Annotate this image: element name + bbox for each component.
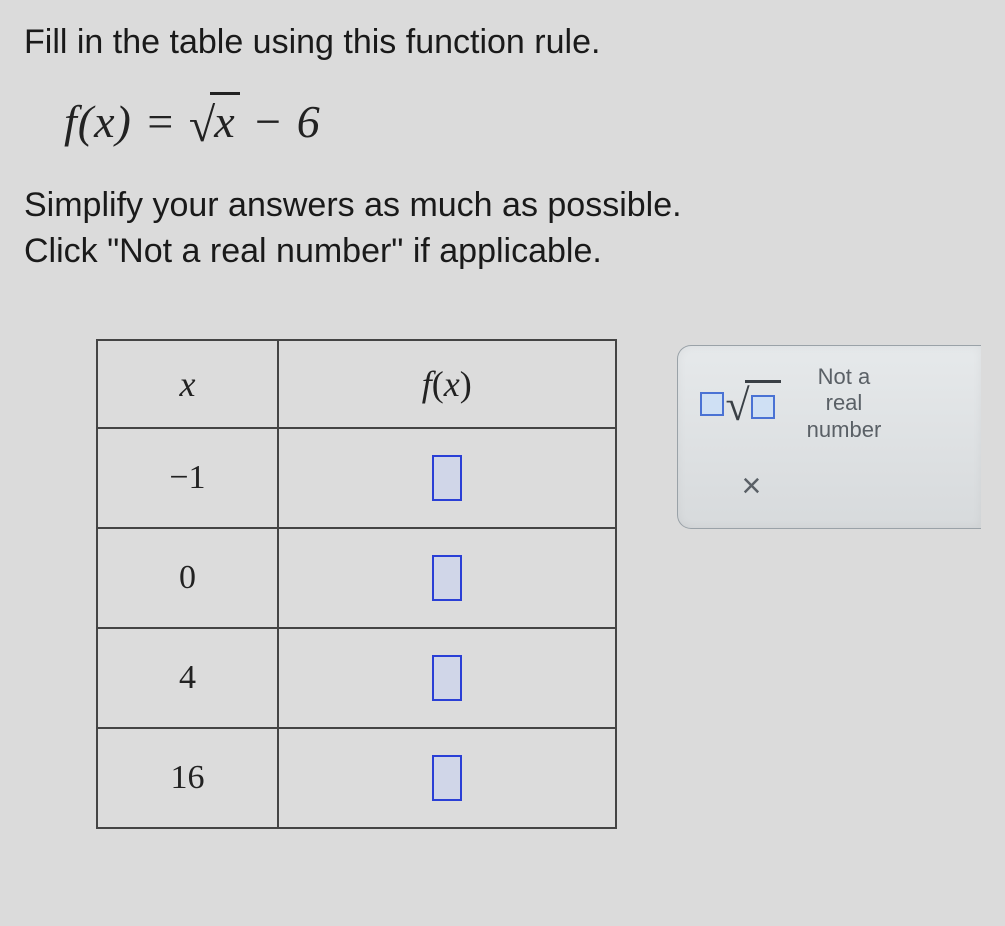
equals-sign: = [132,96,189,147]
table-header-row: x f(x) [97,340,616,428]
value-table: x f(x) −1 0 4 16 [96,339,617,829]
fx-cell[interactable] [278,628,616,728]
not-real-l2: real [807,390,882,416]
fx-cell[interactable] [278,728,616,828]
fx-cell[interactable] [278,428,616,528]
x-cell: −1 [97,428,278,528]
sqrt-expression: √x [189,92,240,153]
answer-input[interactable] [432,655,462,701]
table-row: 4 [97,628,616,728]
table-row: 16 [97,728,616,828]
table-row: −1 [97,428,616,528]
sub-line-2: Click "Not a real number" if applicable. [24,229,981,275]
x-cell: 4 [97,628,278,728]
not-real-l1: Not a [807,364,882,390]
sqrt-argument: x [210,92,239,148]
answer-input[interactable] [432,755,462,801]
sub-instruction: Simplify your answers as much as possibl… [24,183,981,275]
not-real-number-button[interactable]: Not a real number [807,364,882,443]
answer-input[interactable] [432,455,462,501]
sqrt-radicand-box-icon [751,395,775,419]
header-fx: f(x) [278,340,616,428]
radical-icon: √ [726,384,750,428]
sqrt-index-box-icon [700,392,724,416]
x-cell: 0 [97,528,278,628]
sqrt-radicand-box [745,380,781,427]
answer-input[interactable] [432,555,462,601]
header-x: x [97,340,278,428]
not-real-l3: number [807,417,882,443]
clear-button[interactable]: × [742,467,967,506]
x-cell: 16 [97,728,278,828]
function-lhs: f(x) [64,96,132,147]
function-rule: f(x) = √x − 6 [64,92,981,153]
fx-cell[interactable] [278,528,616,628]
sub-line-1: Simplify your answers as much as possibl… [24,183,981,229]
instruction-text: Fill in the table using this function ru… [24,20,981,64]
table-row: 0 [97,528,616,628]
after-sqrt: − 6 [240,96,321,147]
tool-panel: √ Not a real number × [677,345,981,529]
sqrt-tool-button[interactable]: √ [698,380,781,427]
